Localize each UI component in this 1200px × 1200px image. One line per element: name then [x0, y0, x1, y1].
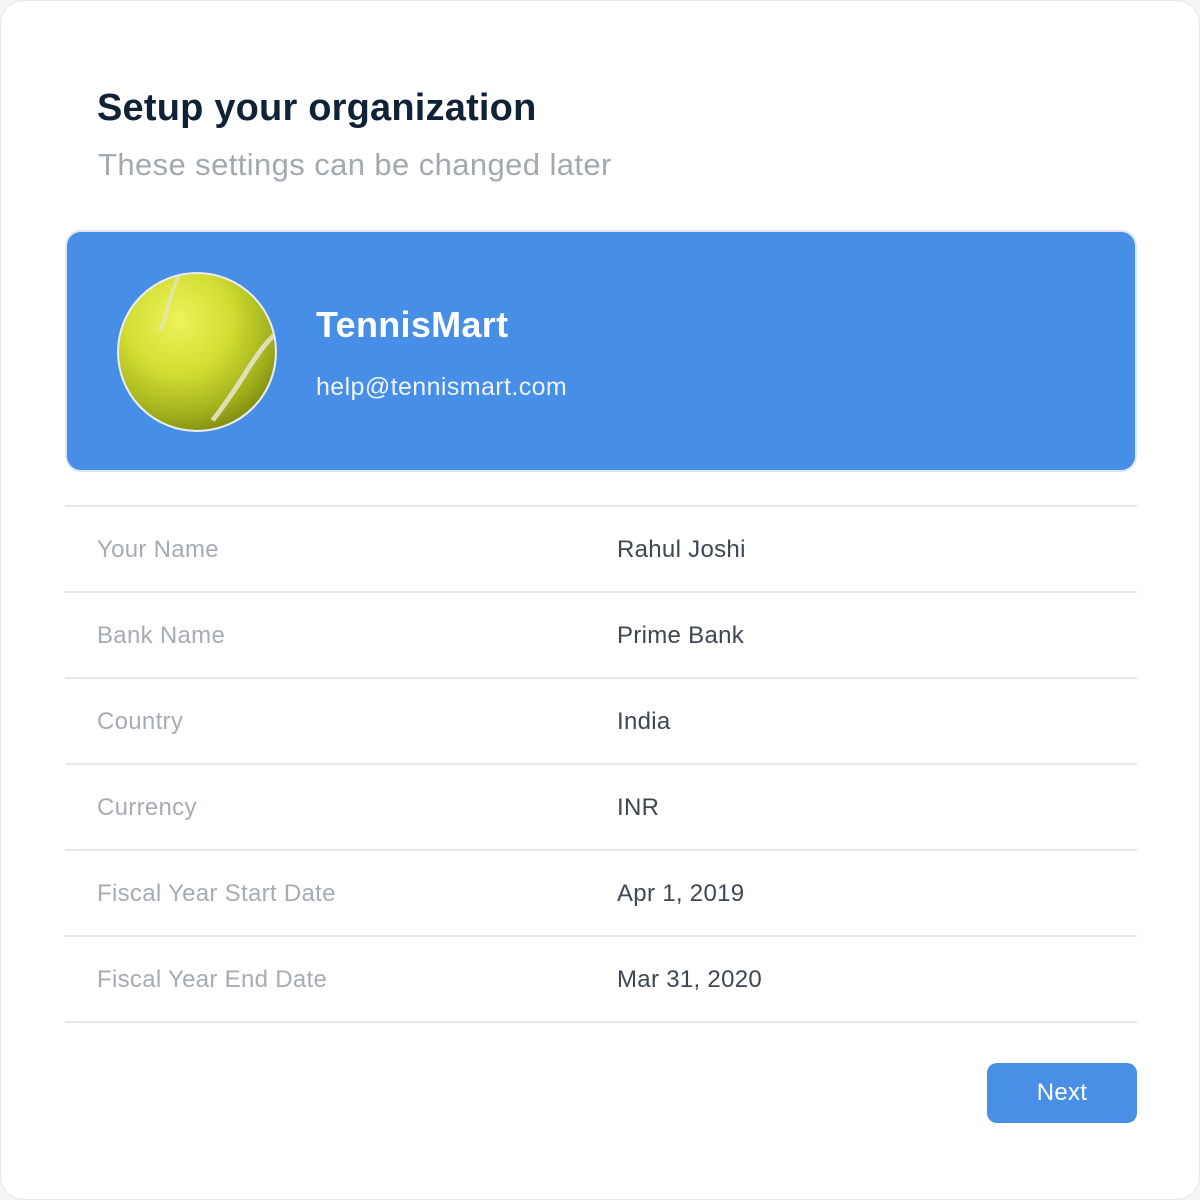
detail-value: India: [617, 708, 671, 735]
details-list: Your Name Rahul Joshi Bank Name Prime Ba…: [65, 505, 1137, 1023]
organization-avatar[interactable]: [117, 272, 277, 432]
detail-label: Country: [97, 708, 184, 735]
detail-value: INR: [617, 794, 660, 821]
organization-email: help@tennismart.com: [316, 373, 568, 401]
setup-organization-dialog: Setup your organization These settings c…: [0, 0, 1200, 1200]
page-title: Setup your organization: [97, 87, 537, 129]
detail-row-fiscal-year-start: Fiscal Year Start Date Apr 1, 2019: [65, 851, 1137, 937]
detail-value: Prime Bank: [617, 622, 745, 649]
detail-label: Fiscal Year End Date: [97, 966, 328, 993]
detail-row-your-name: Your Name Rahul Joshi: [65, 507, 1137, 593]
detail-row-fiscal-year-end: Fiscal Year End Date Mar 31, 2020: [65, 937, 1137, 1023]
detail-label: Your Name: [97, 536, 219, 563]
detail-value: Apr 1, 2019: [617, 880, 745, 907]
tennis-ball-icon: [119, 274, 275, 430]
detail-label: Currency: [97, 794, 197, 821]
detail-row-bank-name: Bank Name Prime Bank: [65, 593, 1137, 679]
next-button[interactable]: Next: [987, 1063, 1137, 1123]
organization-name: TennisMart: [316, 304, 509, 345]
detail-row-country: Country India: [65, 679, 1137, 765]
detail-row-currency: Currency INR: [65, 765, 1137, 851]
detail-label: Fiscal Year Start Date: [97, 880, 336, 907]
detail-value: Rahul Joshi: [617, 536, 746, 563]
detail-value: Mar 31, 2020: [617, 966, 763, 993]
detail-label: Bank Name: [97, 622, 226, 649]
organization-card: TennisMart help@tennismart.com: [65, 230, 1137, 472]
page-subtitle: These settings can be changed later: [98, 147, 612, 182]
